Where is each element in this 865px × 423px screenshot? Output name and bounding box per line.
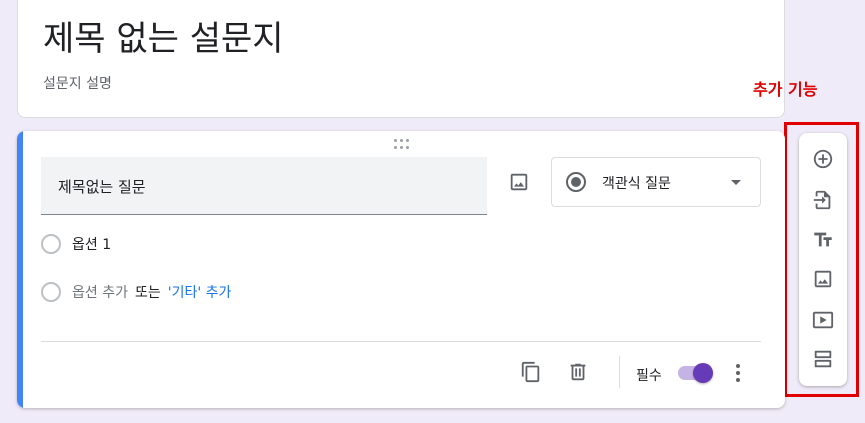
- form-title-card: 제목 없는 설문지 설문지 설명: [17, 0, 785, 118]
- question-card[interactable]: 제목없는 질문 객관식 질문 옵션 1 옵션 추가 또는 '기타' 추가 필수: [17, 131, 785, 408]
- question-type-dropdown[interactable]: 객관식 질문: [551, 157, 761, 207]
- floating-toolbar: [799, 133, 847, 386]
- video-icon[interactable]: [811, 308, 835, 332]
- footer-separator: [619, 356, 620, 388]
- footer-divider: [41, 341, 761, 342]
- add-option-link[interactable]: 옵션 추가: [72, 282, 128, 302]
- option-radio-icon: [41, 234, 61, 254]
- form-title[interactable]: 제목 없는 설문지: [43, 11, 284, 60]
- drag-handle-icon[interactable]: [394, 139, 410, 149]
- question-title-input[interactable]: 제목없는 질문: [41, 157, 487, 215]
- add-option-row: 옵션 추가 또는 '기타' 추가: [41, 280, 231, 304]
- section-icon[interactable]: [811, 347, 835, 371]
- radio-button-icon: [566, 172, 586, 192]
- add-other-link[interactable]: '기타' 추가: [168, 282, 232, 302]
- option-radio-icon: [41, 282, 61, 302]
- add-circle-icon[interactable]: [811, 147, 835, 171]
- option-row[interactable]: 옵션 1: [41, 232, 111, 256]
- trash-icon[interactable]: [566, 360, 590, 384]
- option-label[interactable]: 옵션 1: [72, 234, 111, 254]
- form-description[interactable]: 설문지 설명: [43, 73, 112, 93]
- image-icon[interactable]: [811, 267, 835, 291]
- image-icon[interactable]: [505, 168, 533, 196]
- required-toggle[interactable]: [676, 363, 714, 383]
- copy-icon[interactable]: [519, 360, 543, 384]
- more-vert-icon[interactable]: [726, 361, 750, 385]
- annotation-label: 추가 기능: [753, 80, 818, 99]
- required-label: 필수: [636, 368, 662, 384]
- chevron-down-icon: [731, 180, 741, 185]
- active-accent-bar: [17, 131, 23, 408]
- add-option-or-text: 또는: [134, 285, 161, 301]
- title-icon[interactable]: [811, 228, 835, 252]
- question-title-text: 제목없는 질문: [58, 178, 146, 196]
- import-icon[interactable]: [811, 188, 835, 212]
- question-type-label: 객관식 질문: [602, 176, 671, 192]
